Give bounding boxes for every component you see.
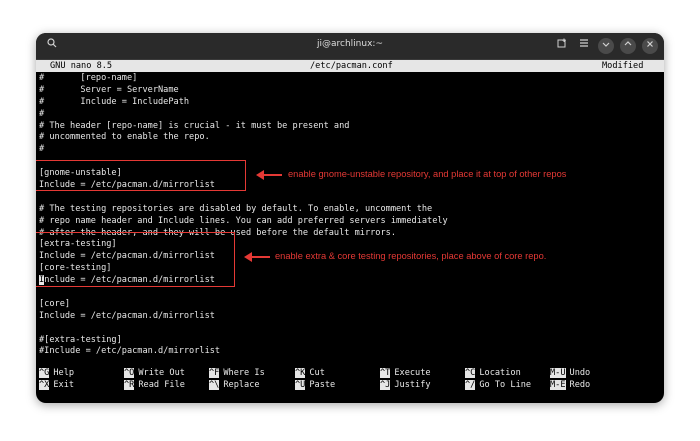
- shortcut-key: ^K: [295, 368, 306, 378]
- shortcut-item[interactable]: M-U Undo: [550, 367, 590, 379]
- shortcut-item[interactable]: ^U Paste: [295, 379, 335, 391]
- shortcut-label: Redo: [569, 380, 591, 390]
- text-editor-area[interactable]: # [repo-name] # Server = ServerName # Incl…: [39, 73, 659, 358]
- gnome-unstable-highlight-box: [36, 160, 246, 191]
- shortcut-key: ^T: [380, 368, 391, 378]
- shortcut-item[interactable]: ^C Location: [465, 367, 521, 379]
- shortcut-key: ^U: [295, 380, 306, 390]
- nano-version: GNU nano 8.5: [50, 61, 113, 71]
- editor-line: # The testing repositories are disabled …: [39, 203, 433, 214]
- testing-arrow-icon: [244, 252, 270, 262]
- editor-line: [core]: [39, 298, 71, 309]
- shortcut-item[interactable]: ^K Cut: [295, 367, 325, 379]
- shortcut-label: Where Is: [223, 368, 265, 378]
- shortcut-item[interactable]: ^/Go To Line: [465, 379, 531, 391]
- shortcut-label: Replace: [223, 380, 260, 390]
- gnome-arrow-icon: [256, 170, 282, 180]
- shortcut-item[interactable]: ^O Write Out: [124, 367, 185, 379]
- shortcut-item[interactable]: ^T Execute: [380, 367, 431, 379]
- menu-icon[interactable]: [576, 38, 592, 54]
- shortcut-label: Read File: [138, 380, 185, 390]
- shortcut-key: ^\: [209, 380, 220, 390]
- shortcut-label: Execute: [394, 368, 431, 378]
- shortcut-bar: ^G Help ^X Exit ^O Write Out ^R Read File ^F Wher…: [39, 367, 659, 391]
- editor-line: #Include = /etc/pacman.d/mirrorlist: [39, 346, 221, 357]
- shortcut-key: ^R: [124, 380, 135, 390]
- minimize-icon[interactable]: [598, 38, 614, 54]
- shortcut-key: ^/: [465, 380, 476, 390]
- terminal-window: ji@archlinux:~ GNU nano 8.5 /etc/pacman.…: [36, 33, 664, 403]
- shortcut-label: Help: [53, 368, 75, 378]
- shortcut-key: ^O: [124, 368, 135, 378]
- shortcut-key: ^C: [465, 368, 476, 378]
- file-name: /etc/pacman.conf: [310, 61, 393, 71]
- shortcut-label: Location: [479, 368, 521, 378]
- shortcut-label: Justify: [394, 380, 431, 390]
- editor-line: #: [39, 108, 45, 119]
- testing-highlight-box: [36, 232, 235, 287]
- editor-line: #[extra-testing]: [39, 334, 122, 345]
- shortcut-key: M-U: [550, 368, 566, 378]
- editor-line: Include = /etc/pacman.d/mirrorlist: [39, 310, 215, 321]
- editor-line: # Server = ServerName: [39, 84, 179, 95]
- editor-line: # uncommented to enable the repo.: [39, 132, 210, 143]
- editor-line: # repo name header and Include lines. Yo…: [39, 215, 448, 226]
- shortcut-item[interactable]: ^J Justify: [380, 379, 431, 391]
- shortcut-key: ^F: [209, 368, 220, 378]
- new-tab-icon[interactable]: [554, 38, 570, 54]
- nano-header-bar: GNU nano 8.5 /etc/pacman.conf Modified: [36, 60, 664, 72]
- testing-annotation: enable extra & core testing repositories…: [275, 251, 547, 261]
- modified-status: Modified: [602, 61, 644, 71]
- shortcut-item[interactable]: ^\ Replace: [209, 379, 260, 391]
- shortcut-key: ^J: [380, 380, 391, 390]
- shortcut-key: ^G: [39, 368, 50, 378]
- shortcut-label: Cut: [309, 368, 325, 378]
- maximize-icon[interactable]: [620, 38, 636, 54]
- shortcut-label: Paste: [309, 380, 336, 390]
- shortcut-label: Write Out: [138, 368, 185, 378]
- editor-line: #: [39, 144, 45, 155]
- shortcut-item[interactable]: ^X Exit: [39, 379, 74, 391]
- shortcut-key: M-E: [550, 380, 566, 390]
- shortcut-item[interactable]: ^F Where Is: [209, 367, 265, 379]
- shortcut-key: ^X: [39, 380, 50, 390]
- editor-line: # [repo-name]: [39, 73, 138, 83]
- shortcut-label: Go To Line: [479, 380, 532, 390]
- editor-line: # Include = IncludePath: [39, 96, 190, 107]
- title-bar: ji@archlinux:~: [36, 33, 664, 60]
- shortcut-item[interactable]: ^R Read File: [124, 379, 185, 391]
- shortcut-item[interactable]: ^G Help: [39, 367, 74, 379]
- shortcut-item[interactable]: M-E Redo: [550, 379, 590, 391]
- editor-line: # The header [repo-name] is crucial - it…: [39, 120, 350, 131]
- shortcut-label: Undo: [569, 368, 591, 378]
- shortcut-label: Exit: [53, 380, 75, 390]
- close-icon[interactable]: [642, 38, 658, 54]
- gnome-annotation: enable gnome-unstable repository, and pl…: [288, 169, 567, 179]
